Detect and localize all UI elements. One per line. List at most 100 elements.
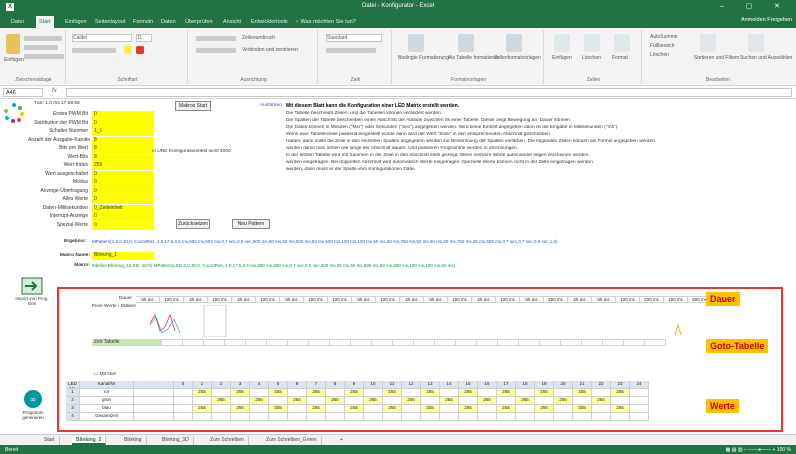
tab-ueberpruefen[interactable]: Überprüfen: [182, 16, 216, 28]
tab-ansicht[interactable]: Ansicht: [220, 16, 244, 28]
zoom-controls[interactable]: ▦ ▤ ▥ – ——●—— + 100 %: [726, 447, 791, 453]
param-value-cell[interactable]: 255: [92, 162, 154, 170]
copy-button[interactable]: [24, 45, 58, 50]
reset-button[interactable]: Zurücksetzen: [176, 219, 210, 229]
param-value-cell[interactable]: 8: [92, 145, 154, 153]
delete-cells-icon[interactable]: [584, 34, 600, 52]
param-value-cell[interactable]: 0: [92, 179, 154, 187]
clear-button[interactable]: Löschen: [650, 52, 669, 58]
tab-datei[interactable]: Datei: [8, 16, 27, 28]
tab-einfuegen[interactable]: Einfügen: [62, 16, 90, 28]
param-value-cell[interactable]: 0: [92, 119, 154, 128]
program-generate-button[interactable]: ∞ Programm generieren: [16, 389, 50, 420]
format-as-table-icon[interactable]: [458, 34, 474, 52]
ribbon-tabs: Datei Start Einfügen Seitenlayout Formel…: [0, 14, 796, 28]
makro-value[interactable]: #define Blinking_1(LED, InCh) MPattern(L…: [92, 263, 792, 268]
name-box[interactable]: A46: [3, 88, 43, 97]
new-pattern-button[interactable]: Neu Pattern: [232, 219, 270, 229]
run-label: Ausführen: [260, 103, 282, 108]
tab-entwicklertools[interactable]: Entwicklertools: [248, 16, 291, 28]
tab-start[interactable]: Start: [36, 16, 54, 28]
autosum-button[interactable]: AutoSumme: [650, 34, 678, 40]
group-label: Formatvorlagen: [450, 77, 486, 83]
sign-in-share[interactable]: Anmelden Freigeben: [741, 17, 792, 23]
info-line: Die Daten können in Minuten ("Min") oder…: [286, 125, 619, 130]
formula-bar: A46 fx: [0, 86, 796, 99]
param-value: 0: [94, 196, 97, 202]
goto-callout: Goto-Tabelle: [706, 339, 769, 353]
merge-center-button[interactable]: Verbinden und zentrieren: [242, 47, 298, 53]
param-value: 0: [94, 170, 97, 177]
font-select[interactable]: Calibri: [72, 34, 132, 42]
import-button[interactable]: Import von Prog. Gen: [14, 277, 50, 306]
param-value-cell[interactable]: 0: [92, 187, 154, 196]
sheet-tab-schreiben-green[interactable]: Zum Schreiben_Green: [262, 436, 322, 445]
param-label: Spezial-Werte: [56, 221, 88, 228]
param-value-cell[interactable]: 0: [92, 111, 154, 119]
param-value-cell[interactable]: 0: [92, 196, 154, 204]
fill-button[interactable]: Füllbereich: [650, 43, 674, 49]
font-style-buttons[interactable]: [72, 48, 116, 53]
status-ready: Bereit: [5, 446, 19, 453]
fill-color-icon[interactable]: [124, 46, 132, 54]
sheet-tab-start[interactable]: Start: [40, 436, 60, 445]
sheet-tab-blinking-3d[interactable]: Blinking_3D: [158, 436, 194, 445]
group-label: Bearbeiten: [705, 77, 731, 83]
sheet-tab-schreiben[interactable]: Zum Schreiben: [206, 436, 249, 445]
group-label: Ausrichtung: [240, 77, 267, 83]
import-label: Import von Prog. Gen: [15, 296, 49, 306]
worksheet[interactable]: Tick: 1.0 ms 17:59:59 Erstes PWM Bit 0 Sta…: [0, 99, 796, 434]
insert-cells-icon[interactable]: [554, 34, 570, 52]
makro-name-value: Blinking_1: [94, 252, 118, 258]
param-value-cell[interactable]: 1_1: [92, 128, 154, 136]
info-line: werden damit man sehen wie lange der Abs…: [286, 146, 518, 151]
cell-styles-icon[interactable]: [506, 34, 522, 52]
param-value: 255: [94, 162, 103, 168]
info-line: Die Spalten der Tabelle beschreiben eine…: [286, 118, 572, 123]
sheet-tab-blinking[interactable]: Blinking: [120, 436, 147, 445]
paste-icon[interactable]: [6, 34, 20, 54]
param-value-cell[interactable]: 8: [92, 136, 154, 145]
tell-me-search[interactable]: ♀ Was möchten Sie tun?: [292, 16, 359, 28]
formula-input[interactable]: [66, 88, 792, 97]
cut-button[interactable]: [24, 36, 62, 41]
tab-formeln[interactable]: Formeln: [130, 16, 156, 28]
window-controls[interactable]: – ▢ ✕: [720, 2, 790, 10]
param-value-cell[interactable]: 8: [92, 153, 154, 162]
param-value-cell[interactable]: 0: [92, 213, 154, 221]
fx-icon[interactable]: fx: [52, 88, 57, 94]
conditional-format-icon[interactable]: [408, 34, 424, 52]
param-value-cell[interactable]: 0_Zeiteinheit: [92, 204, 154, 213]
param-value-cell[interactable]: 0: [92, 170, 154, 179]
format-painter-button[interactable]: [24, 54, 64, 59]
tab-daten[interactable]: Daten: [158, 16, 179, 28]
format-cells-icon[interactable]: [614, 34, 630, 52]
sort-filter-label: Sortieren und Filtern: [694, 55, 740, 61]
font-color-icon[interactable]: [136, 46, 144, 54]
font-size-select[interactable]: 11: [136, 34, 152, 42]
param-label: Wert-Index: [63, 162, 88, 168]
sort-filter-icon[interactable]: [700, 34, 716, 52]
makro-name-field[interactable]: Blinking_1: [92, 252, 154, 260]
param-value-cell[interactable]: 0: [92, 221, 154, 230]
insert-cells-label: Einfügen: [552, 55, 572, 61]
group-number: Standard Zahl: [320, 30, 392, 84]
param-label: Alles Werte: [62, 196, 88, 202]
macro-start-button[interactable]: Makros Start: [175, 101, 211, 111]
find-select-icon[interactable]: [748, 34, 764, 52]
status-bar: Bereit ▦ ▤ ▥ – ——●—— + 100 %: [0, 445, 796, 454]
align-buttons[interactable]: [196, 36, 236, 41]
param-label: Wert ausgeschaltet: [45, 170, 88, 177]
add-sheet-button[interactable]: +: [336, 436, 347, 445]
number-format-select[interactable]: Standard: [326, 34, 382, 42]
group-label: Zahl: [350, 77, 361, 83]
indent-buttons[interactable]: [196, 48, 236, 53]
info-line: werden eingetragen. Bei doppelten Abschn…: [286, 160, 595, 165]
number-format-buttons[interactable]: [326, 48, 376, 53]
param-label: Bits pro Wert: [59, 145, 88, 151]
sheet-tab-blinking-2[interactable]: Blinking_2: [72, 436, 107, 445]
ergebnis-value[interactable]: MPattern(1,0,0,30,0, CoordRes, 1,0,17,5,…: [92, 239, 792, 244]
highlight-frame: [57, 287, 783, 432]
tab-seitenlayout[interactable]: Seitenlayout: [92, 16, 128, 28]
wrap-text-button[interactable]: Zeilenumbruch: [242, 35, 275, 41]
